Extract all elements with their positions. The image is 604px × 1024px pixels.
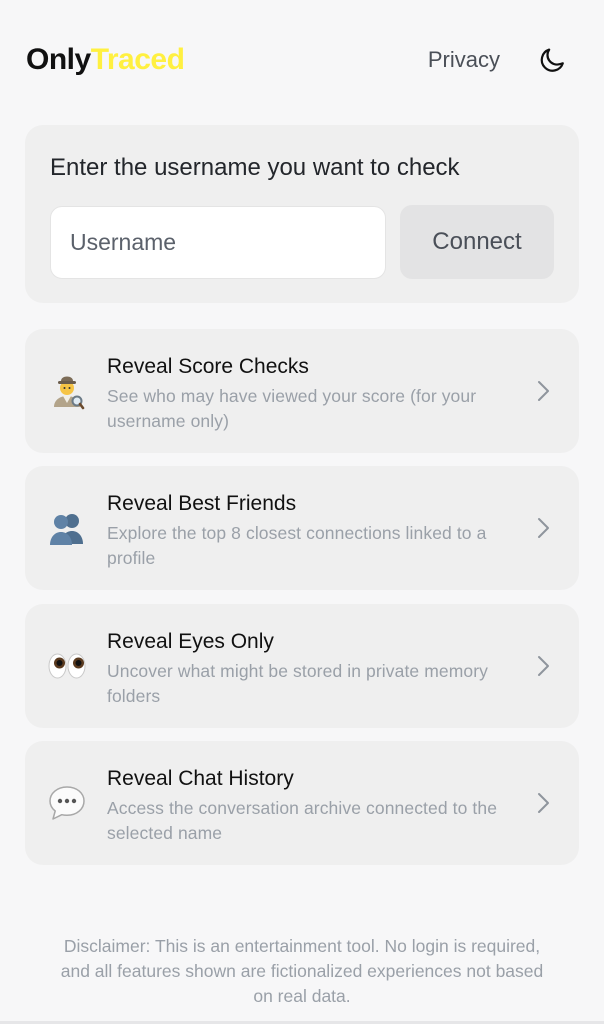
feature-card-chat-history[interactable]: Reveal Chat History Access the conversat… [25, 741, 579, 865]
feature-title: Reveal Eyes Only [107, 630, 274, 653]
feature-description: Uncover what might be stored in private … [107, 661, 489, 706]
feature-card-eyes-only[interactable]: Reveal Eyes Only Uncover what might be s… [25, 604, 579, 728]
eyes-icon [47, 646, 87, 686]
people-icon [47, 508, 87, 548]
search-card: Enter the username you want to check Con… [25, 125, 579, 303]
search-title: Enter the username you want to check [50, 154, 460, 181]
chevron-right-icon [538, 518, 549, 538]
detective-icon [47, 371, 87, 411]
feature-description: See who may have viewed your score (for … [107, 386, 477, 431]
feature-card-best-friends[interactable]: Reveal Best Friends Explore the top 8 cl… [25, 466, 579, 590]
logo[interactable]: Only Traced [26, 43, 185, 77]
feature-title: Reveal Chat History [107, 767, 294, 790]
logo-only: Only [26, 43, 91, 76]
feature-card-score-checks[interactable]: Reveal Score Checks See who may have vie… [25, 329, 579, 453]
moon-icon[interactable] [538, 45, 568, 75]
username-input[interactable] [50, 206, 386, 279]
disclaimer: Disclaimer: This is an entertainment too… [60, 936, 544, 1006]
chevron-right-icon [538, 793, 549, 813]
feature-description: Access the conversation archive connecte… [107, 798, 498, 843]
chevron-right-icon [538, 381, 549, 401]
feature-title: Reveal Best Friends [107, 492, 297, 515]
privacy-link[interactable]: Privacy [428, 47, 500, 73]
logo-traced: Traced [90, 43, 185, 76]
page: Only Traced Privacy Enter the username y… [0, 0, 604, 1024]
feature-title: Reveal Score Checks [107, 355, 309, 378]
header-actions: Privacy [428, 45, 568, 75]
feature-description: Explore the top 8 closest connections li… [107, 523, 487, 568]
speech-bubble-icon [47, 783, 87, 823]
header: Only Traced Privacy [26, 38, 568, 82]
connect-button[interactable]: Connect [400, 205, 554, 279]
chevron-right-icon [538, 656, 549, 676]
